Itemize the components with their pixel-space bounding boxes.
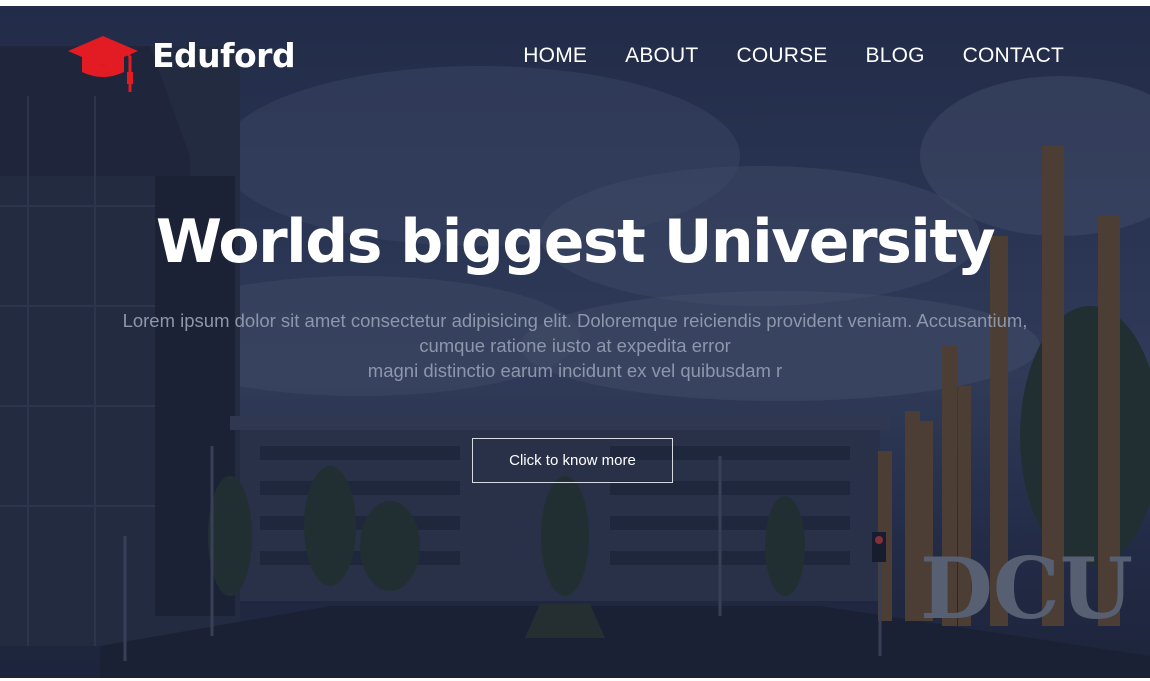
nav-link-contact[interactable]: CONTACT: [963, 44, 1064, 68]
nav-link-course[interactable]: COURSE: [736, 44, 827, 68]
hero-description: Lorem ipsum dolor sit amet consectetur a…: [70, 308, 1080, 383]
hero-description-line: Lorem ipsum dolor sit amet consectetur a…: [122, 310, 1028, 331]
navbar: Eduford HOME ABOUT COURSE BLOG CONTACT: [0, 6, 1150, 98]
hero-description-line: cumque ratione iusto at expedita error: [419, 335, 731, 356]
nav-link-blog[interactable]: BLOG: [866, 44, 925, 68]
hero-content: Worlds biggest University Lorem ipsum do…: [0, 206, 1150, 383]
hero-description-line: magni distinctio earum incidunt ex vel q…: [367, 360, 783, 381]
nav-link-home[interactable]: HOME: [523, 44, 587, 68]
graduation-cap-icon: [68, 36, 138, 92]
hero-title: Worlds biggest University: [155, 207, 996, 277]
hero-section: DCU Eduford HOME ABOUT COURSE BLOG CONTA…: [0, 6, 1150, 678]
brand-name: Eduford: [152, 36, 296, 75]
nav-menu: HOME ABOUT COURSE BLOG CONTACT: [523, 44, 1064, 68]
know-more-button[interactable]: Click to know more: [472, 438, 673, 483]
nav-link-about[interactable]: ABOUT: [625, 44, 698, 68]
brand-logo[interactable]: Eduford: [66, 34, 296, 94]
